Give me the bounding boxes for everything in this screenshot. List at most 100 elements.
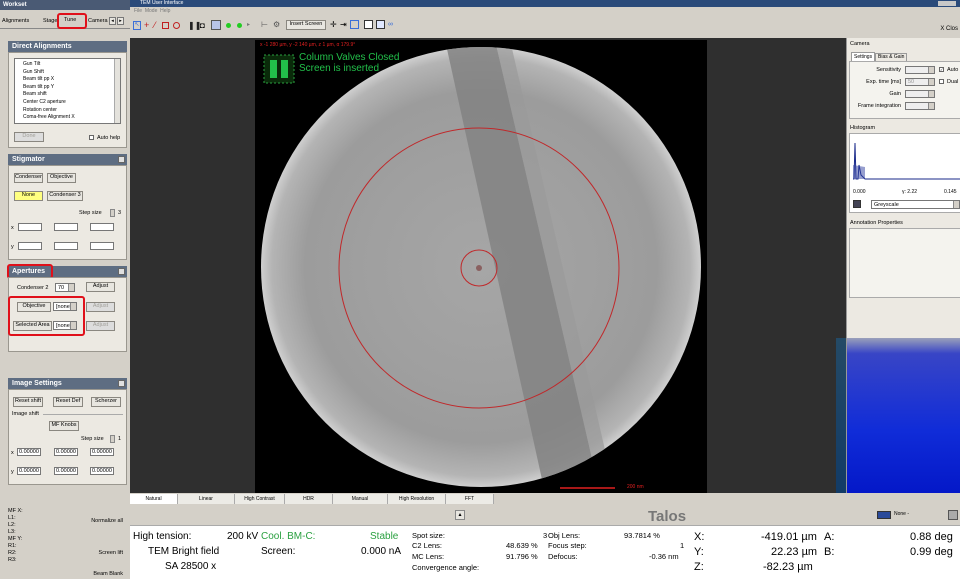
measure-icon[interactable]: ⊢ [261,20,268,29]
shift-x-input-2[interactable]: 0.00000 [54,448,78,456]
reset-def-button[interactable]: Reset Def [53,397,83,407]
stig-x-input-1[interactable] [18,223,42,231]
tab-alignments[interactable]: Alignments [2,18,29,24]
shift-y-input-1[interactable]: 0.00000 [17,467,41,475]
image-viewer[interactable]: x -1 280 µm, y -2 140 µm, z 1 µm, α 179.… [130,38,846,493]
list-item[interactable]: Coma-free Alignment X [23,114,120,122]
tab-natural[interactable]: Natural [130,494,178,504]
objective-adjust-button[interactable]: Adjust [86,302,115,312]
shift-x-input-1[interactable]: 0.00000 [17,448,41,456]
tab-high-contrast[interactable]: High Contrast [235,494,285,504]
condenser2-adjust-button[interactable]: Adjust [86,282,115,292]
camera-tab-bias-gain[interactable]: Bias & Gain [875,53,908,61]
shift-x-input-3[interactable]: 0.00000 [90,448,114,456]
objective-button[interactable]: Objective [47,173,76,183]
rect-tool-icon[interactable] [162,22,169,29]
condenser2-select[interactable]: 70 [55,283,75,292]
auto-checkbox[interactable]: ✓ [939,67,944,72]
none-selector[interactable]: None - [894,511,909,517]
sensitivity-select[interactable] [905,66,935,74]
list-item[interactable]: Beam tilt pp Y [23,84,120,92]
frame-integration-select[interactable] [905,102,935,110]
arrow-icon[interactable]: ▸ [247,21,250,28]
tab-manual[interactable]: Manual [333,494,388,504]
list-item[interactable]: Beam shift [23,91,120,99]
tab-camera[interactable]: Camera [88,18,108,24]
none-button[interactable]: None [14,191,43,201]
step-size-spinner[interactable] [110,209,115,217]
reset-shift-button[interactable]: Reset shift [13,397,43,407]
done-button[interactable]: Done [14,132,44,142]
status-collapse-icon[interactable]: ▴ [455,510,465,520]
layout-split-icon[interactable] [376,20,385,29]
menu-mode[interactable]: Mode [145,8,158,14]
help-icon[interactable]: ∞ [388,21,393,28]
tab-linear[interactable]: Linear [178,494,235,504]
tab-scroll-right-icon[interactable]: ▸ [117,17,124,25]
list-item[interactable]: Beam tilt pp X [23,76,120,84]
stig-x-input-3[interactable] [90,223,114,231]
cross-tool-icon[interactable]: + [144,20,149,30]
gain-select[interactable] [905,90,935,98]
green-dot-icon[interactable] [226,23,231,28]
auto-help-checkbox[interactable] [89,135,94,140]
center-dot [476,265,482,271]
fit-icon[interactable] [350,20,359,29]
menu-file[interactable]: File [134,8,142,14]
target-icon[interactable] [211,20,221,30]
step-size-spinner[interactable] [110,435,115,443]
shift-y-input-3[interactable]: 0.00000 [90,467,114,475]
scherzer-button[interactable]: Scherzer [91,397,121,407]
screen-lift-label[interactable]: Screen lift [99,550,123,557]
stage-x-label: X: [694,531,705,543]
tab-scroll-left-icon[interactable]: ◂ [109,17,116,25]
green-dot-icon[interactable] [237,23,242,28]
tab-hdr[interactable]: HDR [285,494,333,504]
select-tool-icon[interactable]: ↖ [133,21,141,30]
layout-icon[interactable] [364,20,373,29]
direct-alignments-header[interactable]: Direct Alignments [8,41,127,52]
stig-y-input-2[interactable] [54,242,78,250]
stig-y-input-3[interactable] [90,242,114,250]
tab-fft[interactable]: FFT [446,494,494,504]
window-controls[interactable] [938,1,956,6]
colormap-select[interactable]: Greyscale [871,200,960,209]
list-item[interactable]: Center C2 aperture [23,99,120,107]
list-item[interactable]: Rotation center [23,107,120,115]
camera-tab-settings[interactable]: Settings [851,52,876,61]
stig-x-input-2[interactable] [54,223,78,231]
expand-icon[interactable] [118,156,125,163]
gear-icon[interactable]: ⚙ [273,20,280,29]
expand-icon[interactable] [118,380,125,387]
line-tool-icon[interactable]: ⁄ [154,20,156,30]
beam-blank-label[interactable]: Beam Blank [93,571,123,578]
mf-knobs-button[interactable]: MF Knobs [49,421,79,431]
status-close-icon[interactable] [948,510,958,520]
camera-icon[interactable]: ◘ [200,21,205,30]
condenser-button[interactable]: Condenser [14,173,43,183]
condenser3-button[interactable]: Condenser 3 [47,191,83,201]
list-scrollbar[interactable] [114,59,120,123]
arrow-right-icon[interactable]: ⇥ [340,20,347,29]
tab-high-resolution[interactable]: High Resolution [388,494,446,504]
colormap-icon[interactable] [853,200,861,208]
selected-area-adjust-button[interactable]: Adjust [86,321,115,331]
expand-icon[interactable] [118,268,125,275]
menu-help[interactable]: Help [160,8,170,14]
stigmator-header[interactable]: Stigmator [8,154,127,165]
alignment-list[interactable]: Gun Tilt Gun Shift Beam tilt pp X Beam t… [14,58,121,124]
list-item[interactable]: Gun Tilt [23,61,120,69]
shift-y-input-2[interactable]: 0.00000 [54,467,78,475]
circle-tool-icon[interactable] [173,22,180,29]
tab-stage[interactable]: Stage [43,18,57,24]
image-settings-header[interactable]: Image Settings [8,378,127,389]
center-icon[interactable]: ✛ [330,20,337,29]
stig-y-input-1[interactable] [18,242,42,250]
dual-checkbox[interactable] [939,79,944,84]
close-button[interactable]: X Clos [940,26,958,32]
list-item[interactable]: Gun Shift [23,69,120,77]
normalize-all-label[interactable]: Normalize all [91,518,123,525]
insert-screen-button[interactable]: Insert Screen [286,20,326,30]
exp-time-select[interactable]: 50 [905,78,935,86]
status-flag-icon[interactable] [877,511,891,519]
